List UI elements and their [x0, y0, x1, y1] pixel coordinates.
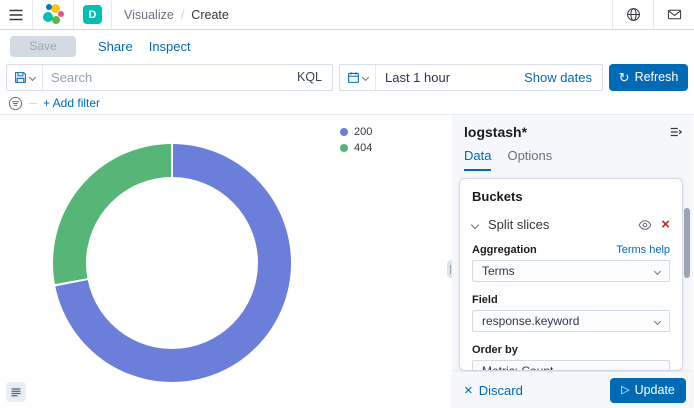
split-slices-label: Split slices — [488, 217, 549, 232]
chevron-down-icon — [471, 220, 479, 228]
panel-scrollbar[interactable] — [684, 208, 690, 278]
space-avatar[interactable]: D — [83, 5, 102, 24]
panel-tabs: Data Options — [452, 140, 693, 171]
aggregation-select[interactable]: Terms — [472, 260, 670, 282]
nav-divider — [73, 0, 74, 29]
tab-data[interactable]: Data — [464, 148, 491, 171]
panel-header: logstash* — [452, 115, 693, 140]
date-quick-select-button[interactable] — [340, 65, 376, 90]
nav-divider — [111, 0, 112, 29]
add-filter-button[interactable]: + Add filter — [43, 96, 100, 110]
query-language-button[interactable]: KQL — [287, 70, 332, 84]
field-select[interactable]: response.keyword — [472, 310, 670, 332]
breadcrumb-visualize[interactable]: Visualize — [124, 8, 174, 22]
donut-chart[interactable] — [53, 144, 291, 382]
cloud-deployment-button[interactable] — [613, 0, 653, 29]
date-picker: Last 1 hour Show dates — [339, 64, 603, 91]
chevron-down-icon — [362, 73, 369, 80]
aggregation-group: Aggregation Terms help Terms — [472, 244, 670, 282]
breadcrumb-separator: / — [181, 8, 184, 22]
legend-label-404: 404 — [354, 142, 372, 154]
hamburger-icon — [8, 7, 24, 23]
chevron-down-icon — [654, 317, 661, 324]
order-by-group: Order by Metric: Count — [472, 344, 670, 371]
aggregation-label: Aggregation — [472, 244, 537, 256]
field-value: response.keyword — [482, 314, 579, 328]
refresh-button[interactable]: ↻ Refresh — [609, 64, 688, 91]
save-query-icon — [14, 71, 27, 84]
chevron-down-icon — [29, 73, 36, 80]
order-by-value: Metric: Count — [482, 364, 553, 371]
buckets-heading: Buckets — [472, 189, 670, 204]
globe-icon — [626, 7, 641, 22]
aggregation-value: Terms — [482, 264, 515, 278]
show-dates-button[interactable]: Show dates — [524, 70, 602, 85]
chevron-down-icon — [654, 367, 661, 371]
main-content: 200 404 logstash* Data Options Buckets — [0, 115, 694, 408]
share-button[interactable]: Share — [98, 39, 133, 54]
filter-icon[interactable] — [8, 96, 23, 111]
legend-toggle-button[interactable] — [6, 382, 26, 402]
update-button[interactable]: ▷ Update — [610, 378, 686, 403]
elastic-logo[interactable] — [42, 4, 64, 26]
chevron-down-icon — [654, 267, 661, 274]
remove-bucket-icon[interactable]: × — [661, 217, 670, 232]
collapse-panel-button[interactable] — [669, 125, 683, 139]
saved-query-menu-button[interactable] — [7, 65, 43, 90]
legend-swatch-200 — [340, 128, 348, 136]
tab-options[interactable]: Options — [507, 148, 552, 171]
visualization-canvas: 200 404 — [0, 115, 452, 408]
order-by-select[interactable]: Metric: Count — [472, 360, 670, 371]
field-group: Field response.keyword — [472, 294, 670, 332]
nav-divider — [32, 0, 33, 29]
mail-icon — [667, 7, 682, 22]
menu-right-icon — [669, 125, 683, 139]
legend-swatch-404 — [340, 144, 348, 152]
legend-item-404[interactable]: 404 — [340, 142, 372, 154]
field-label: Field — [472, 294, 498, 306]
calendar-icon — [347, 71, 360, 84]
data-config-panel: logstash* Data Options Buckets Split sli… — [452, 115, 693, 408]
menu-button[interactable] — [0, 0, 32, 29]
query-bar: KQL Last 1 hour Show dates ↻ Refresh — [0, 62, 694, 92]
play-icon: ▷ — [621, 385, 629, 396]
search-bar: KQL — [6, 64, 333, 91]
newsfeed-button[interactable] — [654, 0, 694, 29]
refresh-icon: ↻ — [619, 71, 630, 84]
index-pattern-title: logstash* — [464, 124, 527, 140]
save-button[interactable]: Save — [10, 36, 76, 57]
chart-legend: 200 404 — [340, 126, 372, 154]
search-input[interactable] — [43, 70, 287, 85]
donut-hole — [86, 177, 258, 349]
breadcrumb: Visualize / Create — [124, 8, 229, 22]
legend-item-200[interactable]: 200 — [340, 126, 372, 138]
list-icon — [10, 386, 22, 398]
update-label: Update — [635, 383, 675, 397]
eye-icon[interactable] — [638, 218, 652, 232]
top-nav: D Visualize / Create — [0, 0, 694, 30]
discard-label: Discard — [479, 383, 523, 398]
terms-help-link[interactable]: Terms help — [616, 244, 670, 256]
filter-bar: + Add filter — [0, 92, 694, 115]
order-by-label: Order by — [472, 344, 518, 356]
discard-button[interactable]: × Discard — [464, 383, 523, 398]
split-slices-row[interactable]: Split slices × — [472, 217, 670, 232]
filter-drop-zone — [29, 103, 37, 104]
buckets-panel: Buckets Split slices × Aggregation Terms… — [459, 178, 683, 371]
legend-label-200: 200 — [354, 126, 372, 138]
visualize-toolbar: Save Share Inspect — [0, 30, 694, 62]
refresh-label: Refresh — [635, 70, 679, 84]
inspect-button[interactable]: Inspect — [149, 39, 191, 54]
breadcrumb-create: Create — [191, 8, 229, 22]
time-range-value[interactable]: Last 1 hour — [376, 70, 450, 85]
panel-footer: × Discard ▷ Update — [452, 372, 693, 408]
close-icon: × — [464, 383, 473, 398]
